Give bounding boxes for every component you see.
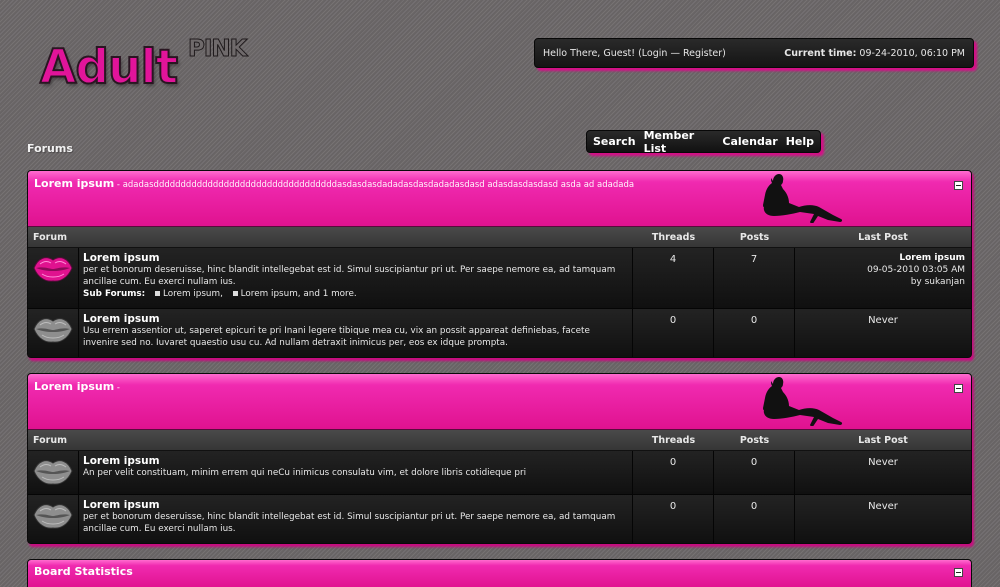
subforums-label: Sub Forums:: [83, 289, 146, 299]
silhouette-icon: [763, 377, 843, 426]
guest-greeting: Hello There, Guest! (Login — Register): [543, 48, 726, 59]
category-block: Lorem ipsum - adadasdddddddddddddddddddd…: [27, 170, 972, 358]
col-forum: Forum: [33, 231, 67, 243]
forum-row: Lorem ipsum Usu errem assentior ut, sape…: [28, 309, 971, 357]
nav-search[interactable]: Search: [593, 135, 636, 148]
nav-member-list[interactable]: Member List: [644, 129, 715, 155]
lips-pink-icon: [33, 257, 73, 282]
subforum-link[interactable]: Lorem ipsum,: [163, 289, 223, 299]
collapse-toggle[interactable]: [954, 181, 963, 190]
login-link[interactable]: Login: [642, 48, 668, 59]
lips-gray-icon: [33, 504, 73, 529]
last-post-author[interactable]: by sukanjan: [795, 276, 965, 288]
board-statistics-header: Board Statistics: [27, 559, 972, 587]
category-block: Lorem ipsum - Forum Threads Posts Last P…: [27, 373, 972, 544]
last-post: Never: [868, 457, 898, 468]
nav-help[interactable]: Help: [786, 135, 814, 148]
forum-row: Lorem ipsum An per velit constituam, min…: [28, 451, 971, 495]
col-threads: Threads: [651, 434, 696, 446]
breadcrumb[interactable]: Forums: [27, 142, 73, 155]
last-post-date: 09-05-2010 03:05 AM: [867, 265, 965, 275]
greeting-text: Hello There, Guest! (: [543, 47, 642, 59]
forum-info: Lorem ipsum An per velit constituam, min…: [79, 451, 633, 494]
forum-title[interactable]: Lorem ipsum: [83, 252, 628, 264]
forum-status-cell: [28, 451, 79, 494]
forum-title[interactable]: Lorem ipsum: [83, 499, 628, 511]
category-description: - adadasdddddddddddddddddddddddddddddddd…: [114, 180, 635, 190]
subforum-link[interactable]: Lorem ipsum, and 1 more.: [241, 289, 357, 299]
category-header: Lorem ipsum - adadasdddddddddddddddddddd…: [28, 171, 971, 227]
lips-gray-icon: [33, 460, 73, 485]
forum-title[interactable]: Lorem ipsum: [83, 313, 628, 325]
forum-title[interactable]: Lorem ipsum: [83, 455, 628, 467]
greeting-close: ): [722, 47, 726, 59]
threads-count: 4: [633, 248, 714, 308]
nav-calendar[interactable]: Calendar: [722, 135, 777, 148]
table-header: Forum Threads Posts Last Post: [28, 430, 971, 451]
last-post: Lorem ipsum 09-05-2010 03:05 AM by sukan…: [795, 248, 971, 308]
forum-status-cell: [28, 248, 79, 308]
threads-count: 0: [633, 451, 714, 494]
collapse-toggle[interactable]: [954, 568, 963, 577]
col-posts: Posts: [739, 434, 770, 446]
col-last-post: Last Post: [858, 434, 908, 446]
forum-description: per et bonorum deseruisse, hinc blandit …: [83, 265, 616, 287]
site-logo[interactable]: Adult PINK: [39, 36, 260, 98]
board-statistics-title: Board Statistics: [34, 565, 133, 578]
threads-count: 0: [633, 495, 714, 543]
posts-count: 0: [714, 451, 795, 494]
col-posts: Posts: [739, 231, 770, 243]
posts-count: 0: [714, 495, 795, 543]
col-threads: Threads: [651, 231, 696, 243]
register-link[interactable]: Register: [683, 48, 722, 59]
current-time-value: 09-24-2010, 06:10 PM: [856, 47, 965, 59]
silhouette-icon: [763, 174, 843, 223]
forum-info: Lorem ipsum per et bonorum deseruisse, h…: [79, 495, 633, 543]
collapse-toggle[interactable]: [954, 384, 963, 393]
forum-row: Lorem ipsum per et bonorum deseruisse, h…: [28, 495, 971, 543]
threads-count: 0: [633, 309, 714, 357]
category-header: Lorem ipsum -: [28, 374, 971, 430]
welcome-bar: Hello There, Guest! (Login — Register) C…: [534, 38, 974, 68]
forum-info: Lorem ipsum Usu errem assentior ut, sape…: [79, 309, 633, 357]
category-title[interactable]: Lorem ipsum: [34, 177, 114, 190]
bullet-icon: [154, 290, 160, 296]
forum-status-cell: [28, 309, 79, 357]
logo-sub-text: PINK: [188, 36, 248, 63]
forum-description: per et bonorum deseruisse, hinc blandit …: [83, 512, 616, 534]
table-header: Forum Threads Posts Last Post: [28, 227, 971, 248]
current-time-label: Current time:: [784, 47, 857, 59]
category-title[interactable]: Lorem ipsum: [34, 380, 114, 393]
last-post: Never: [868, 315, 898, 326]
bullet-icon: [232, 290, 238, 296]
forum-info: Lorem ipsum per et bonorum deseruisse, h…: [79, 248, 633, 308]
forum-row: Lorem ipsum per et bonorum deseruisse, h…: [28, 248, 971, 309]
posts-count: 0: [714, 309, 795, 357]
last-post: Never: [868, 501, 898, 512]
greeting-separator: —: [667, 47, 683, 59]
forum-description: An per velit constituam, minim errem qui…: [83, 468, 527, 478]
forum-description: Usu errem assentior ut, saperet epicuri …: [83, 326, 590, 348]
main-nav: Search Member List Calendar Help: [586, 129, 821, 155]
posts-count: 7: [714, 248, 795, 308]
category-description: -: [114, 383, 121, 393]
subforums: Sub Forums: Lorem ipsum, Lorem ipsum, an…: [83, 288, 628, 300]
col-forum: Forum: [33, 434, 67, 446]
col-last-post: Last Post: [858, 231, 908, 243]
last-post-title[interactable]: Lorem ipsum: [899, 253, 965, 263]
forum-status-cell: [28, 495, 79, 543]
lips-gray-icon: [33, 318, 73, 343]
logo-main-text: Adult: [39, 39, 179, 96]
current-time: Current time: 09-24-2010, 06:10 PM: [784, 48, 965, 59]
